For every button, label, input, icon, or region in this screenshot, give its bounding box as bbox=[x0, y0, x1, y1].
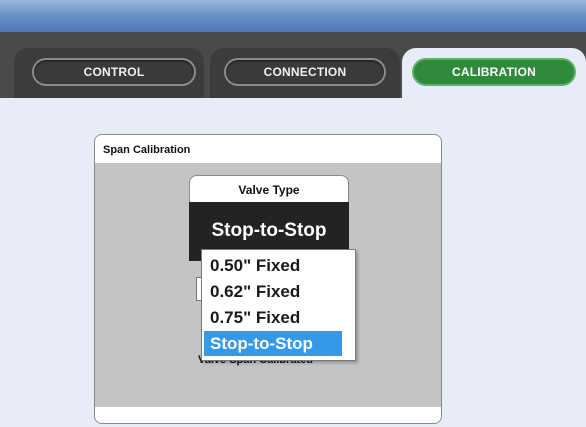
valve-type-label: Valve Type bbox=[189, 175, 349, 202]
dropdown-option-stop-to-stop[interactable]: Stop-to-Stop bbox=[204, 331, 342, 356]
dropdown-option-050-fixed[interactable]: 0.50" Fixed bbox=[204, 253, 352, 278]
panel-footer bbox=[95, 407, 441, 423]
valve-type-dropdown[interactable]: 0.50" Fixed 0.62" Fixed 0.75" Fixed Stop… bbox=[201, 249, 356, 361]
dropdown-option-062-fixed[interactable]: 0.62" Fixed bbox=[204, 279, 352, 304]
panel-title: Span Calibration bbox=[95, 135, 441, 163]
tab-calibration-button[interactable]: CALIBRATION bbox=[412, 58, 576, 86]
window-title-bar bbox=[0, 0, 586, 32]
tab-connection-button[interactable]: CONNECTION bbox=[224, 58, 386, 86]
dropdown-option-075-fixed[interactable]: 0.75" Fixed bbox=[204, 305, 352, 330]
tab-control-button[interactable]: CONTROL bbox=[32, 58, 196, 86]
